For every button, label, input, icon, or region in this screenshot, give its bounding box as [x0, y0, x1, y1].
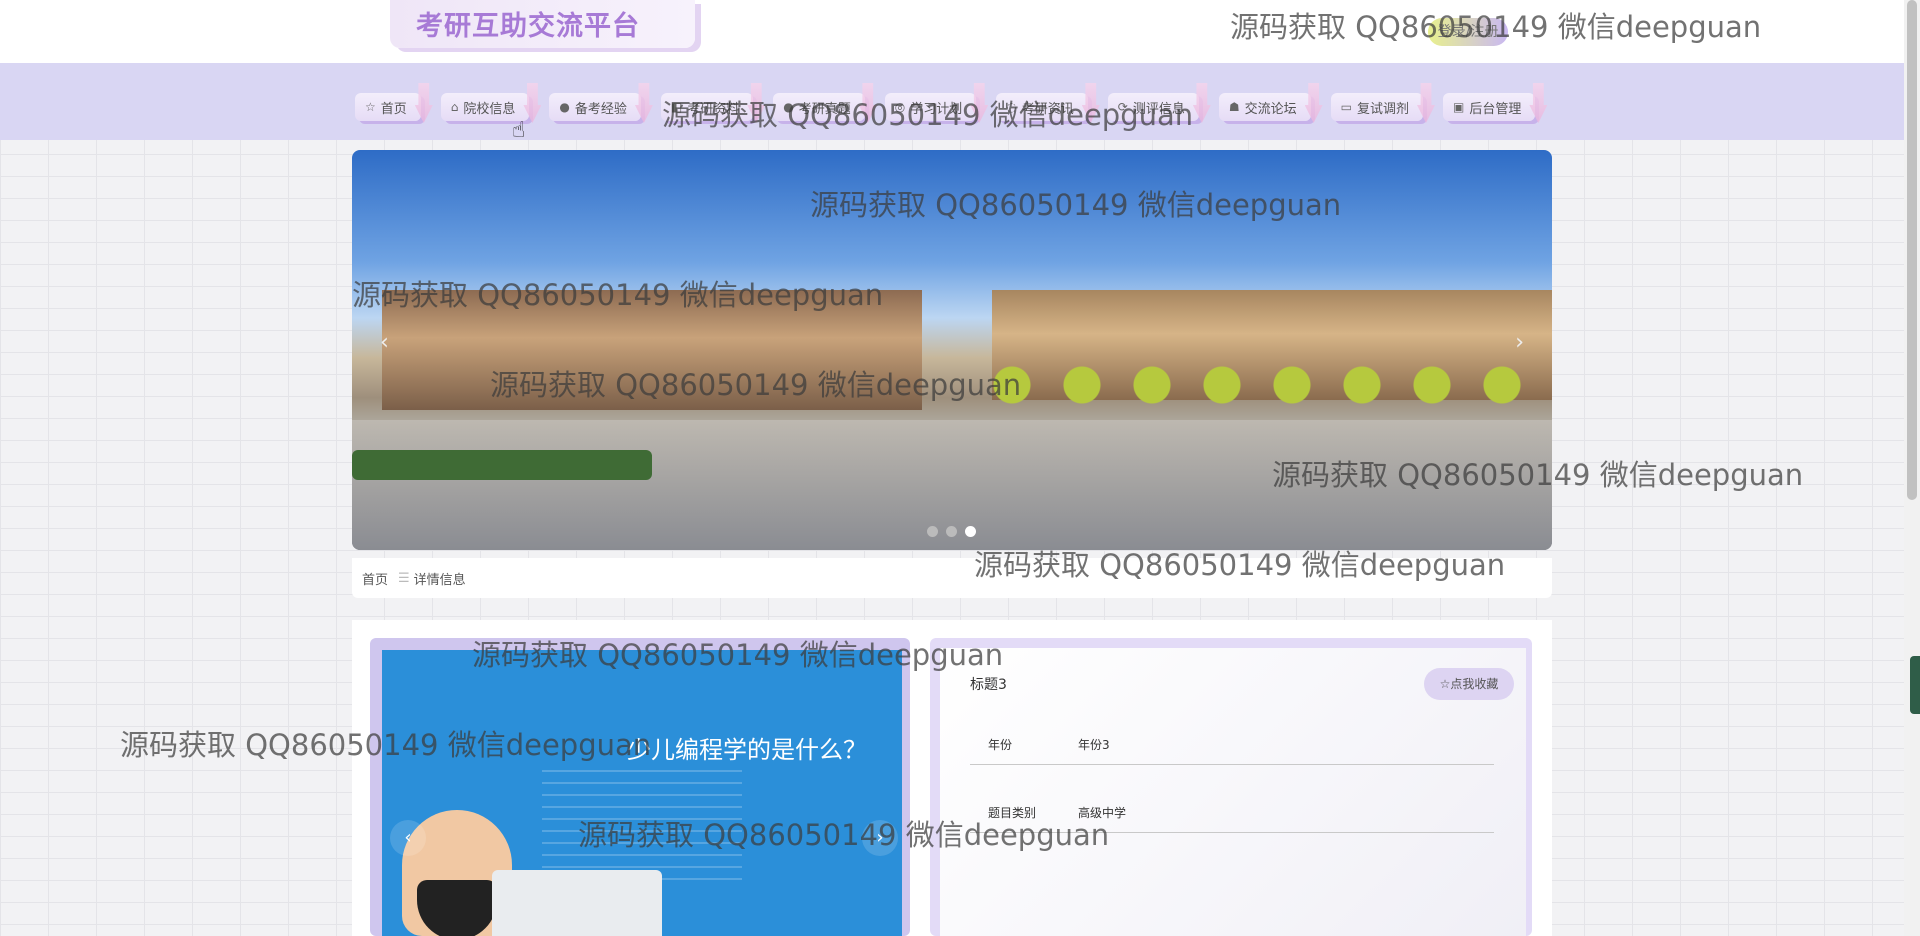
- side-float-tab[interactable]: [1910, 656, 1920, 714]
- nav-arrow-decoration: [1081, 83, 1100, 123]
- site-logo-text: 考研互助交流平台: [416, 11, 640, 42]
- nav-arrow-decoration: [1192, 83, 1211, 123]
- gallery-illustration-laptop: [492, 870, 662, 936]
- info-icon: ●: [559, 100, 570, 114]
- target-icon: ◎: [894, 100, 906, 114]
- video-icon: ▭: [1340, 100, 1352, 114]
- nav-item-school-info[interactable]: ⌂ 院校信息: [440, 83, 542, 123]
- breadcrumb: 首页 ☰ 详情信息: [352, 558, 1552, 598]
- banner-dot-3[interactable]: [965, 526, 976, 537]
- nav-item-label: 考研真题: [798, 101, 851, 117]
- nav-item-label: 后台管理: [1469, 101, 1522, 117]
- gallery-illustration-beard: [417, 880, 497, 936]
- banner-image-trees: [992, 355, 1552, 415]
- site-logo[interactable]: 考研互助交流平台: [390, 0, 695, 48]
- breadcrumb-separator: ☰: [398, 570, 410, 586]
- nav-item-study-plan[interactable]: ◎ 学习计划: [884, 83, 989, 123]
- nav-arrow-decoration: [1304, 83, 1323, 123]
- banner-image-building: [382, 290, 922, 410]
- nav-item-label: 考研资讯: [1021, 101, 1074, 117]
- refresh-icon: ⟳: [1117, 100, 1128, 114]
- nav-list: ☆ 首页 ⌂ 院校信息 ● 备考经验 ◧ 考研资料 ● 考研真题 ◎ 学习计划 ◌ 考研资讯 …: [355, 83, 1555, 123]
- banner-dot-1[interactable]: [927, 526, 938, 537]
- star-icon: ☆: [365, 100, 376, 114]
- banner-carousel[interactable]: ‹ ›: [352, 150, 1552, 550]
- nav-item-forum[interactable]: ☗ 交流论坛: [1218, 83, 1323, 123]
- nav-arrow-decoration: [747, 83, 766, 123]
- favorite-button[interactable]: ☆点我收藏: [1424, 668, 1514, 700]
- gallery-prev-button[interactable]: ‹: [390, 820, 426, 856]
- detail-image-carousel[interactable]: 少儿编程学的是什么？ ‹ ›: [382, 650, 902, 936]
- scrollbar-thumb[interactable]: [1907, 0, 1917, 500]
- breadcrumb-current: 详情信息: [413, 572, 466, 588]
- gallery-next-button[interactable]: ›: [862, 820, 898, 856]
- nav-item-adjustment[interactable]: ▭ 复试调剂: [1330, 83, 1435, 123]
- book-icon: ◧: [670, 100, 683, 114]
- nav-item-admin[interactable]: ▣ 后台管理: [1443, 83, 1548, 123]
- field-value: 年份3: [1078, 738, 1110, 752]
- banner-dot-2[interactable]: [946, 526, 957, 537]
- breadcrumb-home[interactable]: 首页: [362, 569, 388, 588]
- nav-arrow-decoration: [414, 83, 433, 123]
- detail-field-row: 题目类别 高级中学: [970, 796, 1494, 833]
- nav-item-exam-experience[interactable]: ● 备考经验: [549, 83, 653, 123]
- nav-item-past-papers[interactable]: ● 考研真题: [773, 83, 877, 123]
- building-icon: ⌂: [450, 100, 459, 114]
- detail-title: 标题3: [970, 677, 1007, 693]
- admin-icon: ▣: [1453, 100, 1465, 114]
- nav-item-label: 学习计划: [910, 101, 963, 117]
- detail-field-row: 年份 年份3: [970, 728, 1494, 765]
- field-value: 高级中学: [1078, 806, 1127, 820]
- nav-item-materials[interactable]: ◧ 考研资料: [660, 83, 766, 123]
- page-scrollbar[interactable]: [1904, 0, 1920, 936]
- nav-item-news[interactable]: ◌ 考研资讯: [996, 83, 1100, 123]
- detail-info: 标题3 ☆点我收藏 年份 年份3 题目类别 高级中学: [940, 648, 1526, 936]
- banner-indicators: [927, 526, 976, 537]
- banner-prev-button[interactable]: ‹: [380, 330, 389, 355]
- nav-arrow-decoration: [634, 83, 653, 123]
- nav-arrow-decoration: [1417, 83, 1435, 123]
- circle-icon: ●: [783, 100, 794, 114]
- main-nav: ☆ 首页 ⌂ 院校信息 ● 备考经验 ◧ 考研资料 ● 考研真题 ◎ 学习计划 ◌ 考研资讯 …: [0, 63, 1904, 140]
- nav-arrow-decoration: [858, 83, 877, 123]
- nav-item-home[interactable]: ☆ 首页: [355, 83, 433, 123]
- forum-icon: ☗: [1228, 100, 1240, 114]
- field-label: 题目类别: [988, 806, 1037, 820]
- nav-item-label: 复试调剂: [1356, 101, 1409, 117]
- nav-item-label: 备考经验: [574, 101, 627, 117]
- field-label: 年份: [988, 738, 1013, 752]
- banner-next-button[interactable]: ›: [1515, 330, 1524, 355]
- nav-item-assessment[interactable]: ⟳ 测评信息: [1107, 83, 1211, 123]
- nav-item-label: 首页: [380, 101, 407, 117]
- nav-item-label: 交流论坛: [1244, 101, 1297, 117]
- nav-arrow-decoration: [970, 83, 989, 123]
- top-header: 考研互助交流平台 登录/注册: [0, 0, 1904, 63]
- nav-item-label: 院校信息: [463, 101, 516, 117]
- login-register-button[interactable]: 登录/注册: [1428, 18, 1508, 46]
- nav-item-label: 考研资料: [687, 101, 740, 117]
- nav-arrow-decoration: [523, 83, 542, 123]
- nav-item-label: 测评信息: [1132, 101, 1185, 117]
- news-icon: ◌: [1006, 100, 1017, 114]
- mouse-pointer-icon: ☝: [512, 118, 526, 143]
- nav-arrow-decoration: [1529, 83, 1548, 123]
- gallery-image-caption: 少儿编程学的是什么？: [627, 736, 867, 764]
- banner-image-hedge: [352, 450, 652, 480]
